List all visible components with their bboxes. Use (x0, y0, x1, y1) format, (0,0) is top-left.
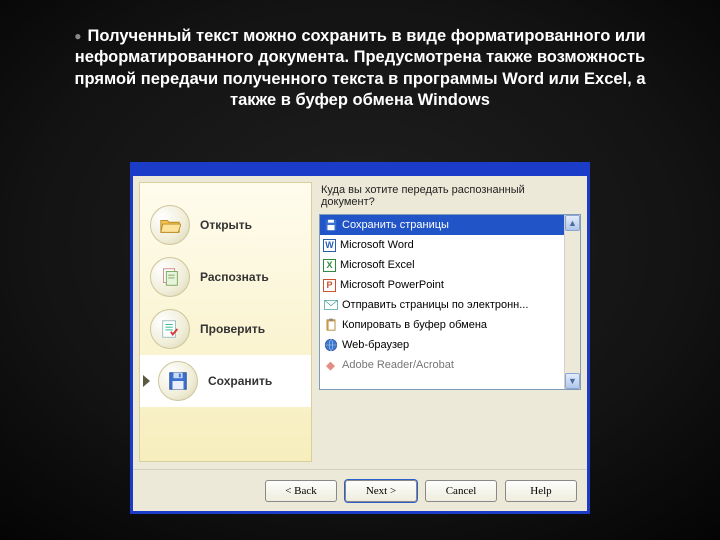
list-item-save-pages[interactable]: Сохранить страницы (320, 215, 580, 235)
globe-icon (323, 338, 338, 353)
back-button[interactable]: < Back (265, 480, 337, 502)
button-label: < Back (285, 485, 317, 497)
scroll-track[interactable] (565, 231, 580, 373)
scroll-down-button[interactable]: ▼ (565, 373, 580, 389)
envelope-icon (323, 298, 338, 313)
list-item-label: Сохранить страницы (342, 219, 449, 231)
list-item-label: Microsoft PowerPoint (340, 279, 444, 291)
step-save[interactable]: Сохранить (140, 355, 311, 407)
document-check-icon (150, 309, 190, 349)
next-button[interactable]: Next > (345, 480, 417, 502)
list-item-label: Microsoft Word (340, 239, 414, 251)
list-item-excel[interactable]: X Microsoft Excel (320, 255, 580, 275)
pages-icon (150, 257, 190, 297)
list-item-label: Копировать в буфер обмена (342, 319, 487, 331)
destination-listbox[interactable]: Сохранить страницы W Microsoft Word X Mi… (319, 214, 581, 390)
wizard-steps-panel: Открыть Распознать Проверить Сохранить (139, 182, 312, 462)
help-button[interactable]: Help (505, 480, 577, 502)
step-label: Открыть (200, 218, 252, 232)
listbox-scrollbar[interactable]: ▲ ▼ (564, 215, 580, 389)
chevron-right-icon (143, 375, 150, 387)
step-label: Распознать (200, 270, 269, 284)
wizard-dialog: Открыть Распознать Проверить Сохранить (130, 162, 590, 514)
scroll-up-button[interactable]: ▲ (565, 215, 580, 231)
button-label: Next > (366, 485, 396, 497)
list-item-clipboard[interactable]: Копировать в буфер обмена (320, 315, 580, 335)
list-item-browser[interactable]: Web-браузер (320, 335, 580, 355)
cancel-button[interactable]: Cancel (425, 480, 497, 502)
folder-open-icon (150, 205, 190, 245)
list-item-label: Adobe Reader/Acrobat (342, 359, 454, 371)
slide-caption: ●Полученный текст можно сохранить в виде… (0, 0, 720, 122)
step-check[interactable]: Проверить (140, 303, 311, 355)
bullet-icon: ● (74, 29, 81, 43)
excel-icon: X (323, 259, 336, 272)
list-item-label: Microsoft Excel (340, 259, 415, 271)
destination-panel: Куда вы хотите передать распознанный док… (319, 182, 581, 462)
wizard-button-bar: < Back Next > Cancel Help (133, 469, 587, 511)
clipboard-icon (323, 318, 338, 333)
list-item-label: Отправить страницы по электронн... (342, 299, 528, 311)
word-icon: W (323, 239, 336, 252)
button-label: Help (530, 485, 551, 497)
list-item-word[interactable]: W Microsoft Word (320, 235, 580, 255)
powerpoint-icon: P (323, 279, 336, 292)
floppy-icon (158, 361, 198, 401)
list-item-powerpoint[interactable]: P Microsoft PowerPoint (320, 275, 580, 295)
step-open[interactable]: Открыть (140, 199, 311, 251)
list-item-acrobat[interactable]: ◆ Adobe Reader/Acrobat (320, 355, 580, 375)
list-item-label: Web-браузер (342, 339, 409, 351)
slide-caption-text: Полученный текст можно сохранить в виде … (75, 27, 646, 109)
step-label: Сохранить (208, 374, 272, 388)
pdf-icon: ◆ (323, 358, 338, 373)
floppy-icon (323, 218, 338, 233)
list-item-email[interactable]: Отправить страницы по электронн... (320, 295, 580, 315)
panel-question: Куда вы хотите передать распознанный док… (319, 182, 581, 214)
button-label: Cancel (446, 485, 477, 497)
step-recognize[interactable]: Распознать (140, 251, 311, 303)
step-label: Проверить (200, 322, 265, 336)
